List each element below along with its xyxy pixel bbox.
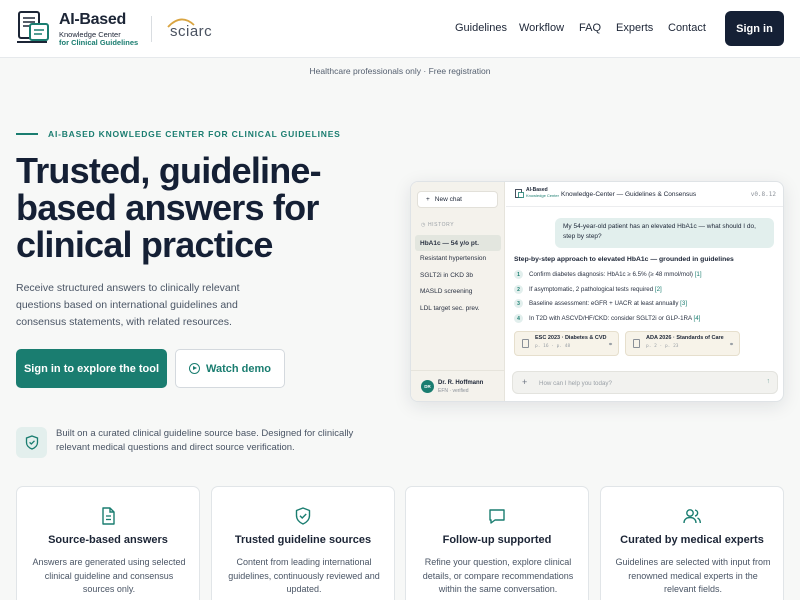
app-preview: + New chat ◷ HISTORY HbA1c — 54 y/o pt. …: [410, 181, 784, 402]
shield-badge: [16, 427, 47, 458]
step-text: Baseline assessment: eGFR + UACR at leas…: [529, 300, 679, 307]
user-status: EFN · verified: [438, 388, 469, 394]
eyebrow-line: [16, 133, 38, 135]
trust-statement: Built on a curated clinical guideline so…: [56, 428, 354, 453]
answer-step: 4 In T2D with ASCVD/HF/CKD: consider SGL…: [514, 314, 700, 323]
feature-text: Answers are generated using selected cli…: [32, 557, 186, 594]
nav-contact[interactable]: Contact: [668, 22, 706, 34]
play-icon: [189, 363, 200, 374]
chat-input-placeholder: How can I help you today?: [539, 380, 612, 387]
new-chat-button[interactable]: + New chat: [417, 191, 498, 208]
version-label: v0.8.12: [750, 191, 776, 198]
new-chat-label: New chat: [434, 196, 462, 203]
preview-chat: AI-Based Knowledge Center Knowledge-Cent…: [506, 182, 783, 401]
feature-text: Content from leading international guide…: [228, 557, 380, 594]
watch-demo-label: Watch demo: [206, 362, 271, 375]
history-label: ◷ HISTORY: [421, 222, 454, 228]
sign-in-button[interactable]: Sign in: [725, 11, 784, 46]
feature-text: Guidelines are selected with input from …: [615, 557, 771, 594]
clock-icon: ◷: [421, 222, 428, 228]
step-number: 2: [514, 285, 523, 294]
nav-guidelines[interactable]: Guidelines: [455, 22, 507, 34]
history-item[interactable]: Resistant hypertension: [415, 250, 501, 266]
feature-title: Follow-up supported: [442, 534, 552, 546]
plus-icon: +: [426, 196, 430, 203]
feature-title: Trusted guideline sources: [234, 534, 372, 546]
chat-input[interactable]: + How can I help you today? ↑: [512, 371, 778, 394]
link-icon: ⚭: [728, 342, 734, 348]
answer-step: 3 Baseline assessment: eGFR + UACR at le…: [514, 299, 687, 308]
history-item[interactable]: HbA1c — 54 y/o pt.: [415, 235, 501, 251]
book-logo-icon: [515, 189, 524, 198]
send-arrow-icon[interactable]: ↑: [767, 378, 771, 385]
document-icon: [633, 339, 640, 348]
document-icon: [102, 507, 115, 525]
audience-notice: Healthcare professionals only · Free reg…: [309, 66, 491, 76]
history-label-text: HISTORY: [427, 222, 455, 228]
explore-tool-button[interactable]: Sign in to explore the tool: [16, 349, 167, 388]
users-icon: [683, 509, 701, 524]
nav-experts[interactable]: Experts: [616, 22, 653, 34]
mini-brand: AI-Based Knowledge Center: [526, 188, 559, 199]
page-title: Trusted, guideline-based answers for cli…: [16, 150, 322, 265]
chat-title: Knowledge-Center — Guidelines & Consensu…: [561, 191, 697, 198]
source-card[interactable]: ADA 2026 · Standards of Care p. 2 · p. 2…: [625, 331, 740, 356]
mini-brand-sub: Knowledge Center: [526, 193, 559, 198]
step-number: 4: [514, 314, 523, 323]
history-item[interactable]: MASLD screening: [415, 283, 501, 299]
nav-faq[interactable]: FAQ: [579, 22, 601, 34]
history-item[interactable]: LDL target sec. prev.: [415, 300, 501, 316]
feature-title: Source-based answers: [48, 534, 168, 546]
feature-card: Follow-up supported Refine your question…: [405, 486, 589, 600]
step-text: Confirm diabetes diagnosis: HbA1c ≥ 6.5%…: [529, 271, 693, 278]
nav-workflow[interactable]: Workflow: [519, 22, 564, 34]
document-icon: [522, 339, 529, 348]
citation-link[interactable]: [3]: [680, 300, 687, 307]
feature-card: Source-based answers Answers are generat…: [16, 486, 200, 600]
step-text: In T2D with ASCVD/HF/CKD: consider SGLT2…: [529, 315, 692, 322]
eyebrow: AI-BASED KNOWLEDGE CENTER FOR CLINICAL G…: [48, 129, 341, 139]
step-text: If asymptomatic, 2 pathological tests re…: [529, 286, 654, 293]
partner-logo: sciarc: [170, 23, 213, 40]
user-message: My 54-year-old patient has an elevated H…: [555, 218, 774, 248]
source-card[interactable]: ESC 2023 · Diabetes & CVD p. 16 · p. 48 …: [514, 331, 619, 356]
step-number: 3: [514, 299, 523, 308]
feature-card: Trusted guideline sources Content from l…: [211, 486, 395, 600]
user-panel: DR Dr. R. Hoffmann EFN · verified: [411, 370, 505, 401]
chat-icon: [489, 509, 505, 524]
answer-step: 2 If asymptomatic, 2 pathological tests …: [514, 285, 662, 294]
avatar: DR: [421, 380, 434, 393]
attach-plus-icon[interactable]: +: [522, 377, 527, 387]
book-logo-icon: [17, 11, 49, 43]
brand-title: AI-Based: [59, 11, 126, 28]
shield-check-icon: [295, 507, 311, 525]
step-number: 1: [514, 270, 523, 279]
citation-link[interactable]: [2]: [655, 286, 662, 293]
source-title: ESC 2023 · Diabetes & CVD: [535, 335, 607, 341]
shield-check-icon: [25, 435, 38, 450]
brand-subtitle-accent: for Clinical Guidelines: [59, 38, 139, 47]
answer-step: 1 Confirm diabetes diagnosis: HbA1c ≥ 6.…: [514, 270, 702, 279]
citation-link[interactable]: [4]: [694, 315, 701, 322]
citation-link[interactable]: [1]: [695, 271, 702, 278]
user-name: Dr. R. Hoffmann: [438, 380, 484, 386]
preview-topbar: AI-Based Knowledge Center Knowledge-Cent…: [506, 182, 783, 207]
feature-text: Refine your question, explore clinical d…: [422, 557, 574, 594]
source-title: ADA 2026 · Standards of Care: [646, 335, 724, 341]
answer-title: Step-by-step approach to elevated HbA1c …: [514, 256, 734, 263]
hero-description: Receive structured answers to clinically…: [16, 282, 240, 328]
link-icon: ⚭: [607, 342, 613, 348]
brand-divider: [151, 16, 152, 42]
source-pages: p. 16 · p. 48: [535, 344, 571, 349]
watch-demo-button[interactable]: Watch demo: [175, 349, 285, 388]
feature-card: Curated by medical experts Guidelines ar…: [600, 486, 784, 600]
preview-sidebar: + New chat ◷ HISTORY HbA1c — 54 y/o pt. …: [411, 182, 505, 401]
source-pages: p. 2 · p. 23: [646, 344, 679, 349]
site-header: AI-Based Knowledge Center for Clinical G…: [0, 0, 800, 58]
feature-title: Curated by medical experts: [620, 534, 764, 546]
history-item[interactable]: SGLT2i in CKD 3b: [415, 267, 501, 283]
